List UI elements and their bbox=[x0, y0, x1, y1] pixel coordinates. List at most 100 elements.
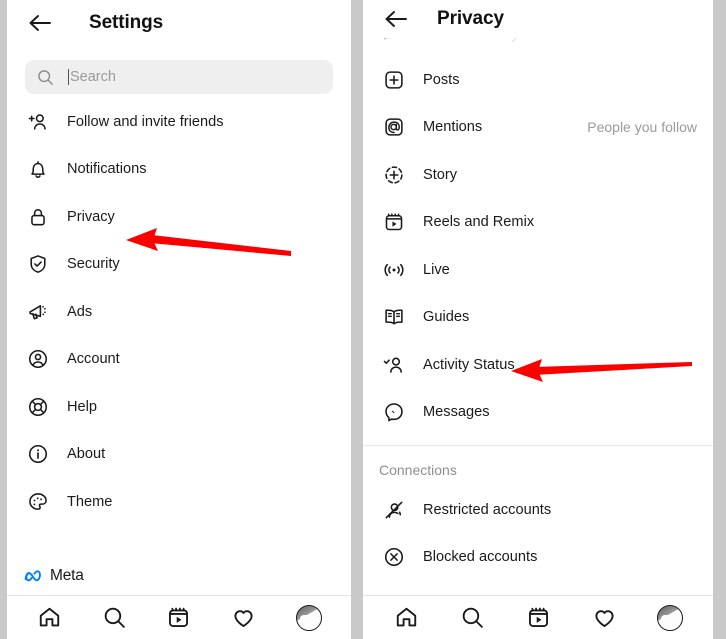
search-placeholder: Search bbox=[70, 69, 116, 85]
tab-profile[interactable] bbox=[287, 600, 331, 636]
sidebar-item-ads[interactable]: Ads bbox=[7, 288, 351, 336]
live-icon bbox=[379, 259, 409, 281]
list-item-label: Restricted accounts bbox=[423, 501, 552, 518]
list-item-guides[interactable]: Guides bbox=[363, 294, 713, 342]
megaphone-icon bbox=[23, 301, 53, 323]
sidebar-item-privacy[interactable]: Privacy bbox=[7, 193, 351, 241]
reels-icon bbox=[528, 607, 548, 627]
tab-reels[interactable] bbox=[516, 600, 560, 636]
list-item-label: Story bbox=[423, 166, 458, 183]
tab-home[interactable] bbox=[27, 600, 71, 636]
lock-icon bbox=[23, 206, 53, 228]
sidebar-item-label: Follow and invite friends bbox=[67, 113, 224, 130]
list-item-activity-status[interactable]: Activity Status bbox=[363, 341, 713, 389]
info-circle-icon bbox=[23, 443, 53, 465]
shield-check-icon bbox=[23, 253, 53, 275]
messenger-icon bbox=[379, 401, 409, 423]
avatar-icon[interactable] bbox=[295, 604, 322, 631]
list-item-label: Mentions bbox=[423, 119, 483, 136]
text-caret bbox=[68, 69, 69, 85]
section-header-connections: Connections bbox=[379, 462, 457, 478]
list-item-comments-partial[interactable]: Comments Everyone bbox=[363, 38, 713, 56]
comment-icon bbox=[379, 38, 401, 47]
activity-status-icon bbox=[379, 354, 409, 376]
story-plus-icon bbox=[379, 164, 409, 186]
bell-icon bbox=[23, 158, 53, 180]
avatar-icon[interactable] bbox=[657, 604, 683, 631]
sidebar-item-theme[interactable]: Theme bbox=[7, 478, 351, 526]
meta-branding: Meta bbox=[7, 561, 351, 595]
tab-search[interactable] bbox=[92, 600, 136, 636]
privacy-panel: Privacy Comments Everyone bbox=[363, 0, 713, 639]
sidebar-item-help[interactable]: Help bbox=[7, 383, 351, 431]
list-item-messages[interactable]: Messages bbox=[363, 389, 713, 437]
sidebar-item-label: Account bbox=[67, 351, 120, 368]
settings-panel: Settings Search Follow and invite friend… bbox=[7, 0, 351, 639]
sidebar-item-about[interactable]: About bbox=[7, 431, 351, 479]
privacy-header: Privacy bbox=[363, 0, 713, 38]
tab-search[interactable] bbox=[450, 600, 494, 636]
life-ring-icon bbox=[23, 396, 53, 418]
list-item-posts[interactable]: Posts bbox=[363, 56, 713, 104]
heart-icon bbox=[594, 610, 614, 627]
meta-infinity-icon bbox=[24, 570, 41, 582]
list-item-value: People you follow bbox=[587, 119, 697, 136]
tab-profile[interactable] bbox=[648, 600, 692, 636]
list-item-value: Everyone bbox=[478, 38, 546, 43]
home-icon bbox=[39, 607, 60, 627]
page-title: Privacy bbox=[437, 8, 504, 29]
account-circle-icon bbox=[23, 348, 53, 370]
list-item-live[interactable]: Live bbox=[363, 246, 713, 294]
sidebar-item-label: About bbox=[67, 446, 106, 463]
home-icon bbox=[396, 607, 416, 627]
list-item-label: Activity Status bbox=[423, 356, 515, 373]
settings-header: Settings bbox=[7, 0, 351, 46]
bottom-tabbar bbox=[7, 595, 351, 639]
list-item-story[interactable]: Story bbox=[363, 151, 713, 199]
bottom-tabbar bbox=[363, 595, 713, 639]
sidebar-item-label: Theme bbox=[67, 493, 113, 510]
restricted-icon bbox=[379, 499, 409, 521]
tab-activity[interactable] bbox=[582, 600, 626, 636]
list-item-restricted-accounts[interactable]: Restricted accounts bbox=[363, 486, 713, 534]
person-plus-icon bbox=[23, 111, 53, 133]
palette-icon bbox=[23, 491, 53, 513]
reels-icon bbox=[379, 211, 409, 233]
sidebar-item-label: Notifications bbox=[67, 161, 147, 178]
search-icon bbox=[462, 607, 483, 628]
sidebar-item-label: Ads bbox=[67, 303, 93, 320]
back-arrow-icon[interactable] bbox=[379, 2, 413, 36]
search-container: Search bbox=[7, 46, 351, 98]
tab-activity[interactable] bbox=[222, 600, 266, 636]
list-item-label: Blocked accounts bbox=[423, 549, 538, 566]
sidebar-item-follow-and-invite-friends[interactable]: Follow and invite friends bbox=[7, 98, 351, 146]
heart-icon bbox=[234, 610, 253, 627]
sidebar-item-account[interactable]: Account bbox=[7, 336, 351, 384]
search-input[interactable]: Search bbox=[25, 60, 333, 94]
list-item-label: Comments bbox=[401, 38, 478, 43]
back-arrow-icon[interactable] bbox=[23, 6, 57, 40]
list-item-label: Posts bbox=[423, 71, 460, 88]
list-item-reels-and-remix[interactable]: Reels and Remix bbox=[363, 199, 713, 247]
list-item-label: Guides bbox=[423, 309, 470, 326]
sidebar-item-security[interactable]: Security bbox=[7, 241, 351, 289]
search-icon bbox=[104, 607, 125, 628]
list-item-blocked-accounts[interactable]: Blocked accounts bbox=[363, 534, 713, 582]
list-item-mentions[interactable]: Mentions People you follow bbox=[363, 104, 713, 152]
sidebar-item-label: Help bbox=[67, 398, 98, 415]
sidebar-item-notifications[interactable]: Notifications bbox=[7, 146, 351, 194]
settings-list: Follow and invite friends Notifications bbox=[7, 98, 351, 561]
search-icon bbox=[38, 69, 54, 85]
list-item-label: Reels and Remix bbox=[423, 214, 535, 231]
tab-reels[interactable] bbox=[157, 600, 201, 636]
tab-home[interactable] bbox=[384, 600, 428, 636]
mention-icon bbox=[379, 116, 409, 138]
page-title: Settings bbox=[89, 12, 164, 33]
plus-square-icon bbox=[379, 69, 409, 91]
list-item-label: Messages bbox=[423, 404, 490, 421]
blocked-circle-x-icon bbox=[379, 546, 409, 568]
sidebar-item-label: Security bbox=[67, 256, 120, 273]
privacy-list: Comments Everyone Posts bbox=[363, 38, 713, 595]
screenshot-root: Settings Search Follow and invite friend… bbox=[0, 0, 726, 639]
list-item-label: Live bbox=[423, 261, 450, 278]
